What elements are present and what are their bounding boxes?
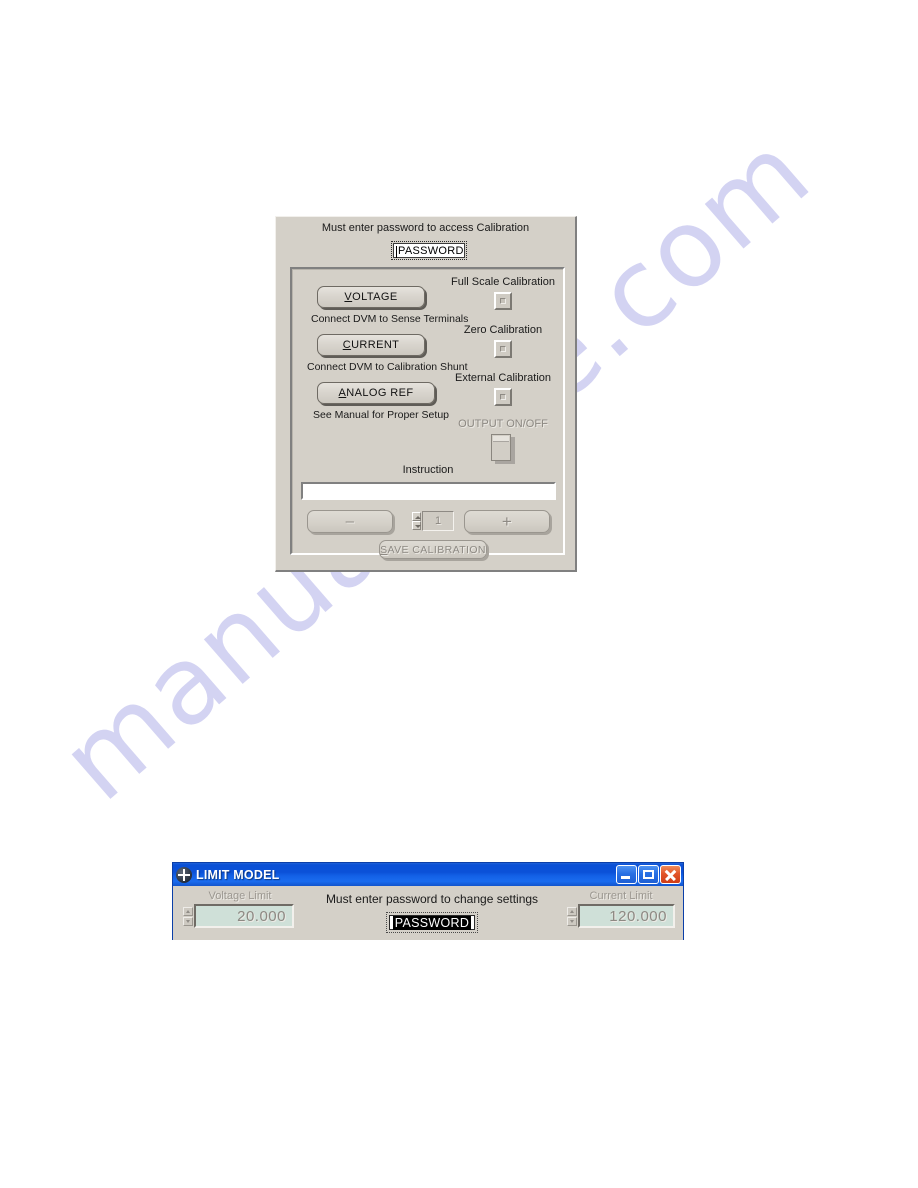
calibration-header-text: Must enter password to access Calibratio…	[321, 222, 530, 234]
limit-model-titlebar[interactable]: LIMIT MODEL	[173, 863, 683, 886]
step-increment-arrow[interactable]	[412, 512, 421, 521]
analog-ref-calibration-button[interactable]: A NALOG REF	[317, 382, 435, 404]
text-caret	[396, 246, 397, 258]
voltage-limit-value[interactable]: 20.000	[194, 904, 294, 928]
calibration-password-inner[interactable]: PASSWORD	[393, 243, 465, 258]
decrement-button[interactable]: –	[307, 510, 393, 533]
watermark: manualslive.com	[0, 0, 918, 1188]
current-limit-row: 120.000	[565, 904, 677, 928]
analog-ref-button-accel: A	[338, 387, 347, 399]
minimize-button[interactable]	[616, 865, 637, 884]
current-button-label: URRENT	[351, 339, 400, 351]
calibration-group-inner: V OLTAGE Connect DVM to Sense Terminals C…	[292, 269, 563, 559]
limit-model-instruction-text: Must enter password to change settings	[325, 892, 539, 906]
calibration-dialog: Must enter password to access Calibratio…	[275, 216, 577, 572]
chevron-up-icon	[415, 516, 421, 519]
chevron-up-icon	[570, 910, 574, 913]
voltage-limit-label: Voltage Limit	[208, 890, 272, 902]
current-limit-control: Current Limit 120.000	[565, 890, 677, 928]
voltage-limit-control: Voltage Limit 20.000	[181, 890, 299, 928]
limit-password-field[interactable]: PASSWORD	[386, 912, 478, 933]
switch-lever	[493, 436, 509, 442]
chevron-down-icon	[186, 920, 190, 923]
current-limit-label: Current Limit	[589, 890, 653, 902]
step-counter[interactable]: 1	[412, 511, 454, 531]
current-calibration-button[interactable]: C URRENT	[317, 334, 425, 356]
current-button-accel: C	[342, 339, 352, 351]
zero-calibration-indicator[interactable]	[494, 340, 512, 358]
instruction-label: Instruction	[402, 464, 454, 476]
maximize-button[interactable]	[638, 865, 659, 884]
voltage-button-label: OLTAGE	[352, 291, 398, 303]
close-button[interactable]	[660, 865, 681, 884]
voltage-calibration-button[interactable]: V OLTAGE	[317, 286, 425, 308]
chevron-down-icon	[570, 920, 574, 923]
current-limit-value[interactable]: 120.000	[578, 904, 675, 928]
calibration-password-value: PASSWORD	[398, 245, 464, 257]
instruction-input[interactable]	[301, 482, 556, 500]
limit-password-inner[interactable]: PASSWORD	[389, 915, 475, 930]
calibration-password-field[interactable]: PASSWORD	[391, 241, 467, 260]
current-limit-spinner[interactable]	[567, 907, 577, 926]
voltage-button-accel: V	[344, 291, 353, 303]
analog-ref-hint-text: See Manual for Proper Setup	[313, 409, 449, 421]
voltage-limit-increment[interactable]	[183, 907, 193, 916]
external-calibration-indicator[interactable]	[494, 388, 512, 406]
current-limit-increment[interactable]	[567, 907, 577, 916]
voltage-limit-decrement[interactable]	[183, 917, 193, 926]
save-calibration-accel: S	[380, 543, 388, 556]
full-scale-calibration-indicator[interactable]	[494, 292, 512, 310]
limit-password-value: PASSWORD	[392, 915, 472, 930]
switch-body	[491, 434, 511, 461]
limit-model-body: Voltage Limit 20.000 Must enter password…	[173, 886, 683, 940]
output-on-off-label: OUTPUT ON/OFF	[458, 418, 548, 430]
save-calibration-button[interactable]: S AVE CALIBRATION	[379, 540, 487, 559]
current-limit-decrement[interactable]	[567, 917, 577, 926]
chevron-up-icon	[186, 910, 190, 913]
calibration-group-box: V OLTAGE Connect DVM to Sense Terminals C…	[290, 267, 565, 559]
limit-model-window: LIMIT MODEL Voltage Limit 20.000 Must en…	[172, 862, 684, 940]
save-calibration-label: AVE CALIBRATION	[387, 543, 486, 556]
full-scale-calibration-label: Full Scale Calibration	[451, 276, 555, 288]
window-title: LIMIT MODEL	[196, 867, 280, 882]
step-decrement-arrow[interactable]	[412, 521, 421, 530]
analog-ref-button-label: NALOG REF	[346, 387, 414, 399]
external-calibration-label: External Calibration	[455, 372, 551, 384]
step-counter-value[interactable]: 1	[422, 511, 454, 531]
chevron-down-icon	[415, 525, 421, 528]
app-icon	[176, 866, 192, 883]
voltage-limit-row: 20.000	[181, 904, 299, 928]
output-on-off-switch[interactable]	[491, 434, 515, 464]
increment-button[interactable]: +	[464, 510, 550, 533]
voltage-limit-spinner[interactable]	[183, 907, 193, 926]
zero-calibration-label: Zero Calibration	[463, 324, 543, 336]
